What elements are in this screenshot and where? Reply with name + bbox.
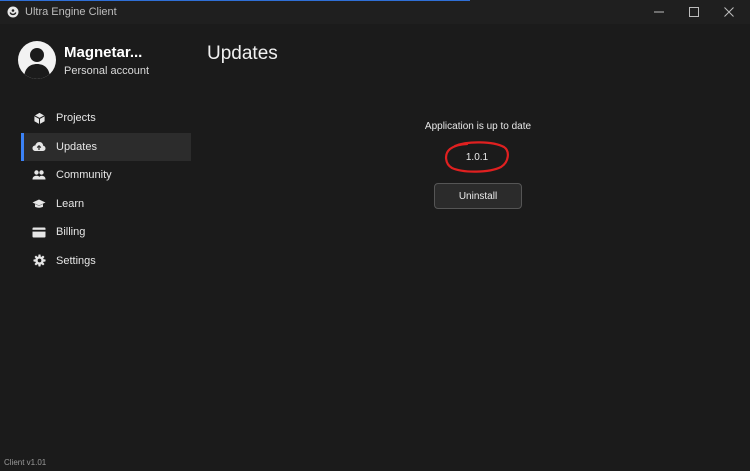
cube-icon — [32, 111, 46, 125]
minimize-button[interactable] — [642, 0, 676, 24]
window-title: Ultra Engine Client — [25, 6, 117, 18]
user-silhouette-icon — [24, 48, 50, 79]
sidebar-item-label: Community — [56, 169, 112, 182]
page-title: Updates — [207, 43, 278, 64]
username: Magnetar... — [64, 43, 143, 61]
sidebar-item-label: Projects — [56, 112, 96, 125]
graduation-cap-icon — [32, 197, 46, 211]
account-type: Personal account — [64, 64, 149, 77]
people-icon — [32, 168, 46, 182]
close-icon — [724, 7, 734, 17]
minimize-icon — [654, 11, 664, 13]
avatar[interactable] — [18, 41, 56, 79]
sidebar-nav: Projects Updates Community Learn Billing — [21, 104, 191, 275]
sidebar-item-label: Updates — [56, 140, 97, 153]
sidebar-item-label: Billing — [56, 226, 86, 239]
profile-header: Magnetar... Personal account — [18, 41, 149, 79]
version-number: 1.0.1 — [465, 152, 489, 163]
uninstall-button[interactable]: Uninstall — [434, 183, 522, 209]
sidebar-item-learn[interactable]: Learn — [21, 190, 191, 219]
sidebar-item-projects[interactable]: Projects — [21, 104, 191, 133]
sidebar-item-label: Settings — [56, 254, 96, 267]
sidebar-item-updates[interactable]: Updates — [21, 132, 191, 161]
title-bar-accent — [0, 0, 470, 1]
credit-card-icon — [32, 225, 46, 239]
cloud-upload-icon — [32, 140, 46, 154]
title-bar: Ultra Engine Client — [0, 0, 750, 24]
gear-icon — [32, 254, 46, 268]
client-version-footer: Client v1.01 — [4, 458, 47, 467]
sidebar-item-billing[interactable]: Billing — [21, 218, 191, 247]
update-status-text: Application is up to date — [424, 121, 532, 132]
close-button[interactable] — [712, 0, 746, 24]
app-logo-icon — [7, 6, 19, 18]
sidebar-item-settings[interactable]: Settings — [21, 247, 191, 276]
maximize-button[interactable] — [677, 0, 711, 24]
maximize-icon — [689, 7, 699, 17]
sidebar-item-label: Learn — [56, 197, 85, 210]
sidebar-item-community[interactable]: Community — [21, 161, 191, 190]
version-display: 1.0.1 — [443, 140, 511, 174]
